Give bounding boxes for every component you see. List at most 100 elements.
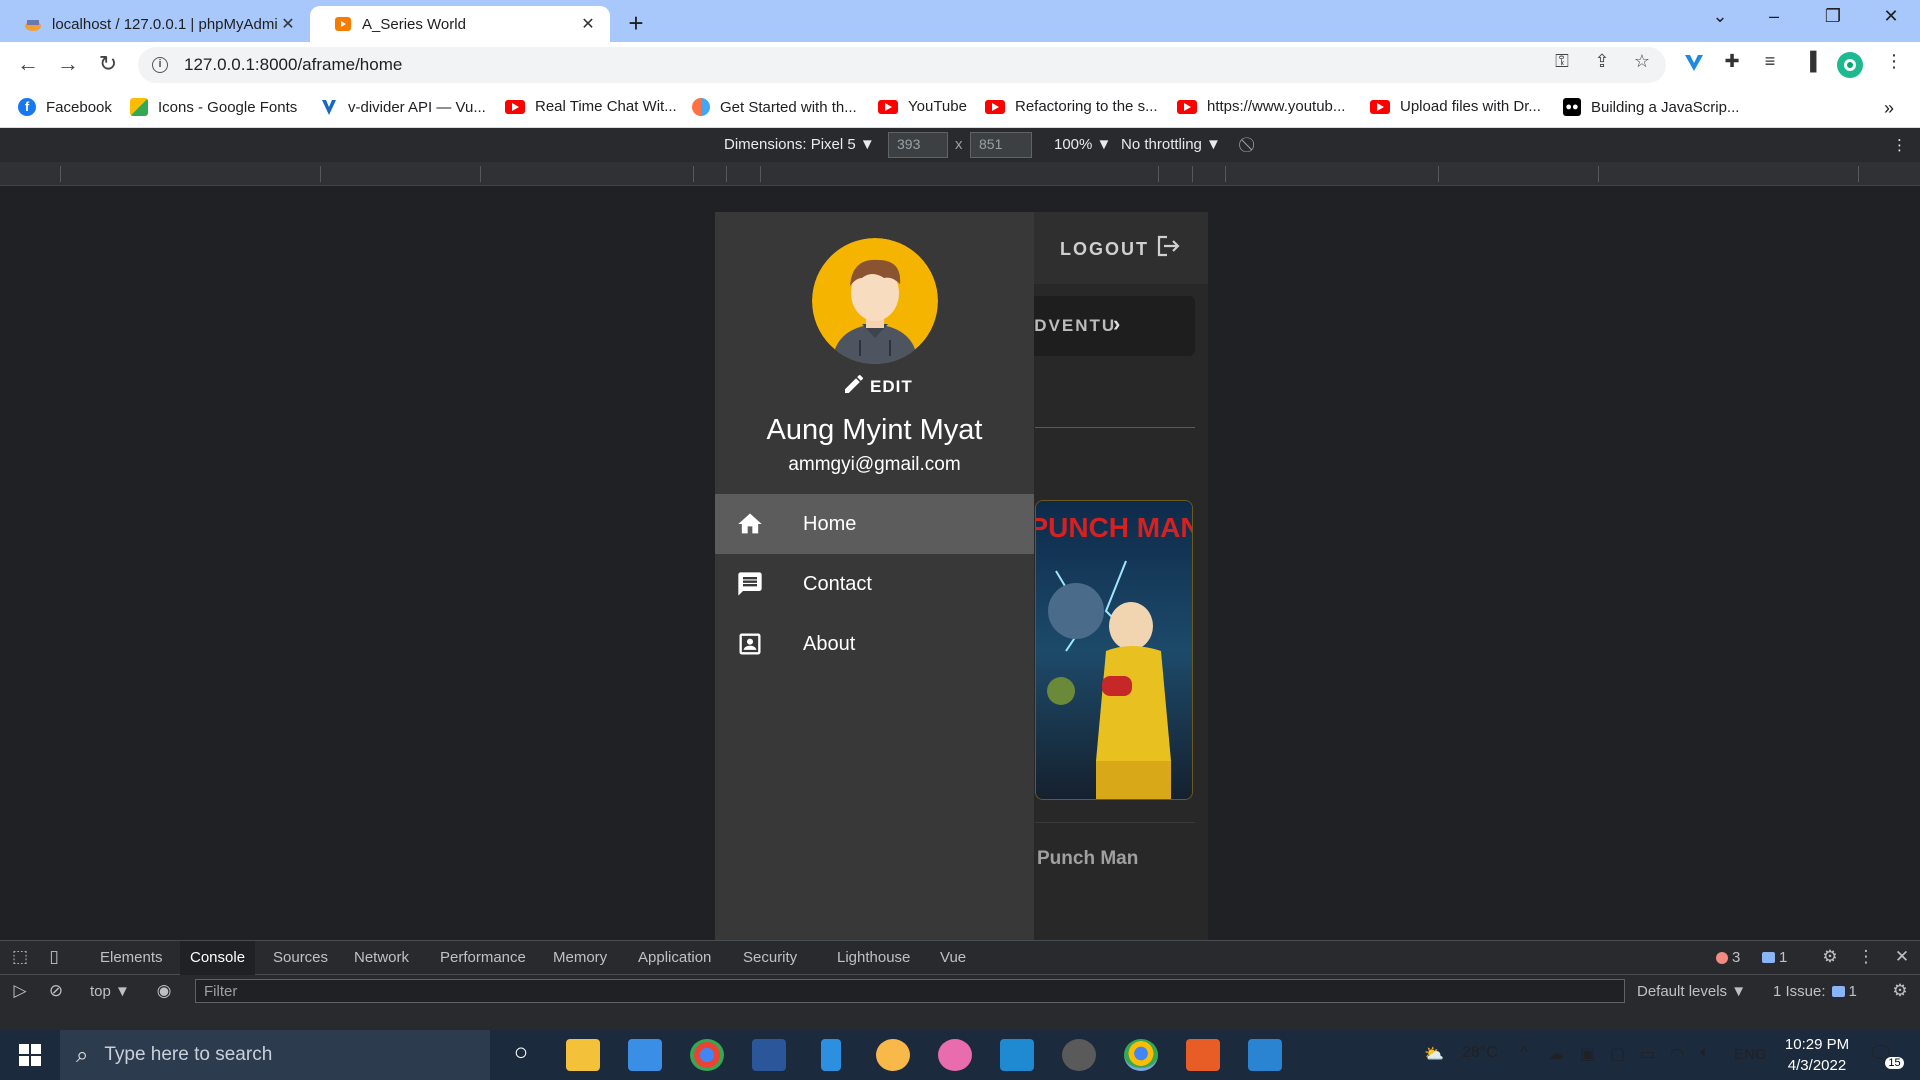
edit-profile-button[interactable]: EDIT: [842, 372, 913, 402]
gear-icon[interactable]: ⚙: [1888, 981, 1912, 1001]
filter-input[interactable]: Filter: [195, 979, 1625, 1003]
inspect-icon[interactable]: ⬚: [8, 947, 32, 967]
more-icon[interactable]: ⋮: [1854, 947, 1878, 967]
close-icon[interactable]: ✕: [278, 14, 298, 34]
weather-icon[interactable]: ⛅: [1424, 1044, 1444, 1064]
chevron-up-icon[interactable]: ^: [1520, 1044, 1528, 1062]
camera-icon[interactable]: ▢: [1610, 1044, 1625, 1064]
key-icon[interactable]: ⚿: [1548, 51, 1576, 72]
more-bookmarks-button[interactable]: »: [1884, 98, 1894, 119]
width-input[interactable]: 393: [888, 132, 948, 158]
tab-memory[interactable]: Memory: [553, 949, 607, 966]
phone-icon[interactable]: [821, 1039, 841, 1071]
cortana-icon[interactable]: ○: [504, 1039, 538, 1071]
taskbar-search[interactable]: ⌕ Type here to search: [60, 1030, 490, 1080]
word-icon[interactable]: [752, 1039, 786, 1071]
clock[interactable]: 10:29 PM 4/3/2022: [1782, 1034, 1852, 1076]
tab-vue[interactable]: Vue: [940, 949, 966, 966]
weather-temp[interactable]: 28°C: [1462, 1044, 1498, 1062]
xampp-icon[interactable]: [1186, 1039, 1220, 1071]
bookmark-google-fonts[interactable]: Icons - Google Fonts: [130, 98, 297, 116]
battery-icon[interactable]: ▭: [1640, 1044, 1655, 1064]
menu-icon[interactable]: ⋮: [1880, 51, 1908, 79]
throttling-select[interactable]: No throttling ▼: [1121, 136, 1221, 153]
language-indicator[interactable]: ENG: [1734, 1046, 1767, 1063]
tab-lighthouse[interactable]: Lighthouse: [837, 949, 910, 966]
nav-item-about[interactable]: About: [715, 614, 1034, 674]
tab-security[interactable]: Security: [743, 949, 797, 966]
avatar[interactable]: [812, 238, 938, 364]
bookmark-facebook[interactable]: f Facebook: [18, 98, 112, 116]
chevron-down-icon[interactable]: ⌄: [1705, 6, 1735, 27]
card-title[interactable]: Punch Man: [1037, 848, 1138, 870]
tab-network[interactable]: Network: [354, 949, 409, 966]
context-select[interactable]: top ▼: [90, 983, 130, 1000]
volume-icon[interactable]: 🔈︎: [1700, 1044, 1710, 1062]
levels-select[interactable]: Default levels ▼: [1637, 983, 1746, 1000]
site-info-icon[interactable]: i: [152, 57, 168, 73]
reload-button[interactable]: ↻: [94, 51, 122, 77]
nav-item-contact[interactable]: Contact: [715, 554, 1034, 614]
gear-icon[interactable]: ⚙: [1818, 947, 1842, 967]
forward-button[interactable]: →: [54, 51, 82, 77]
vuetify-extension-icon[interactable]: [1680, 51, 1708, 79]
chevron-right-icon[interactable]: ›: [1113, 311, 1122, 337]
share-icon[interactable]: ⇪: [1588, 51, 1616, 72]
close-icon[interactable]: ✕: [578, 14, 598, 34]
photos-icon[interactable]: [1248, 1039, 1282, 1071]
clear-console-icon[interactable]: ⊘: [44, 981, 68, 1001]
profile-avatar[interactable]: [1836, 51, 1864, 79]
mail-icon[interactable]: [628, 1039, 662, 1071]
display-icon[interactable]: ▣: [1580, 1044, 1595, 1064]
bookmark-real-time-chat[interactable]: Real Time Chat Wit...: [505, 98, 677, 115]
brave-icon[interactable]: [876, 1039, 910, 1071]
tab-a-series-world[interactable]: A_Series World ✕: [310, 6, 610, 42]
eye-icon[interactable]: ◉: [152, 981, 176, 1001]
reading-list-icon[interactable]: ≡: [1756, 51, 1784, 79]
wifi-icon[interactable]: ◠: [1670, 1044, 1684, 1064]
tab-phpmyadmin[interactable]: localhost / 127.0.0.1 | phpMyAdmin ✕: [0, 6, 310, 42]
messages-badge[interactable]: 1: [1762, 949, 1787, 966]
sidebar-toggle-icon[interactable]: ▷: [8, 981, 32, 1001]
extensions-icon[interactable]: ✚: [1718, 51, 1746, 79]
address-bar[interactable]: i 127.0.0.1:8000/aframe/home: [138, 47, 1666, 83]
tab-performance[interactable]: Performance: [440, 949, 526, 966]
errors-badge[interactable]: 3: [1716, 949, 1740, 966]
tab-elements[interactable]: Elements: [100, 949, 163, 966]
dimensions-select[interactable]: Dimensions: Pixel 5 ▼: [724, 136, 875, 153]
bookmark-youtube[interactable]: YouTube: [878, 98, 967, 115]
tab-console[interactable]: Console: [180, 941, 256, 975]
logout-button[interactable]: LOGOUT: [1060, 234, 1181, 265]
notifications-icon[interactable]: 🗨︎15: [1868, 1041, 1904, 1069]
series-poster[interactable]: PUNCH MAN: [1035, 500, 1193, 800]
side-panel-icon[interactable]: ▐: [1796, 51, 1824, 79]
issues-button[interactable]: 1 Issue: 1: [1773, 983, 1857, 1000]
obs-icon[interactable]: [1062, 1039, 1096, 1071]
chrome-icon[interactable]: [690, 1039, 724, 1071]
back-button[interactable]: ←: [14, 51, 42, 77]
height-input[interactable]: 851: [970, 132, 1032, 158]
chrome-dev-icon[interactable]: [1124, 1039, 1158, 1071]
device-toggle-icon[interactable]: ▯: [42, 947, 66, 967]
new-tab-button[interactable]: +: [624, 8, 648, 39]
restore-button[interactable]: ❐: [1818, 6, 1848, 27]
file-explorer-icon[interactable]: [566, 1039, 600, 1071]
bookmark-vuetify[interactable]: v-divider API — Vu...: [320, 98, 486, 116]
close-icon[interactable]: ✕: [1890, 947, 1914, 967]
tab-sources[interactable]: Sources: [273, 949, 328, 966]
vscode-icon[interactable]: [1000, 1039, 1034, 1071]
bookmark-get-started[interactable]: Get Started with th...: [692, 98, 857, 116]
star-icon[interactable]: ☆: [1628, 51, 1656, 72]
bookmark-refactoring[interactable]: Refactoring to the s...: [985, 98, 1158, 115]
window-close-button[interactable]: ✕: [1876, 6, 1906, 27]
bookmark-building-javascript[interactable]: ●● Building a JavaScrip...: [1563, 98, 1739, 116]
nav-item-home[interactable]: Home: [715, 494, 1034, 554]
bookmark-upload-files[interactable]: Upload files with Dr...: [1370, 98, 1541, 115]
minimize-button[interactable]: –: [1759, 6, 1789, 27]
tab-application[interactable]: Application: [638, 949, 711, 966]
cloud-icon[interactable]: ☁: [1548, 1044, 1564, 1064]
zoom-select[interactable]: 100% ▼: [1054, 136, 1111, 153]
bookmark-youtube-url[interactable]: https://www.youtub...: [1177, 98, 1345, 115]
osu-icon[interactable]: [938, 1039, 972, 1071]
start-button[interactable]: [0, 1030, 60, 1080]
